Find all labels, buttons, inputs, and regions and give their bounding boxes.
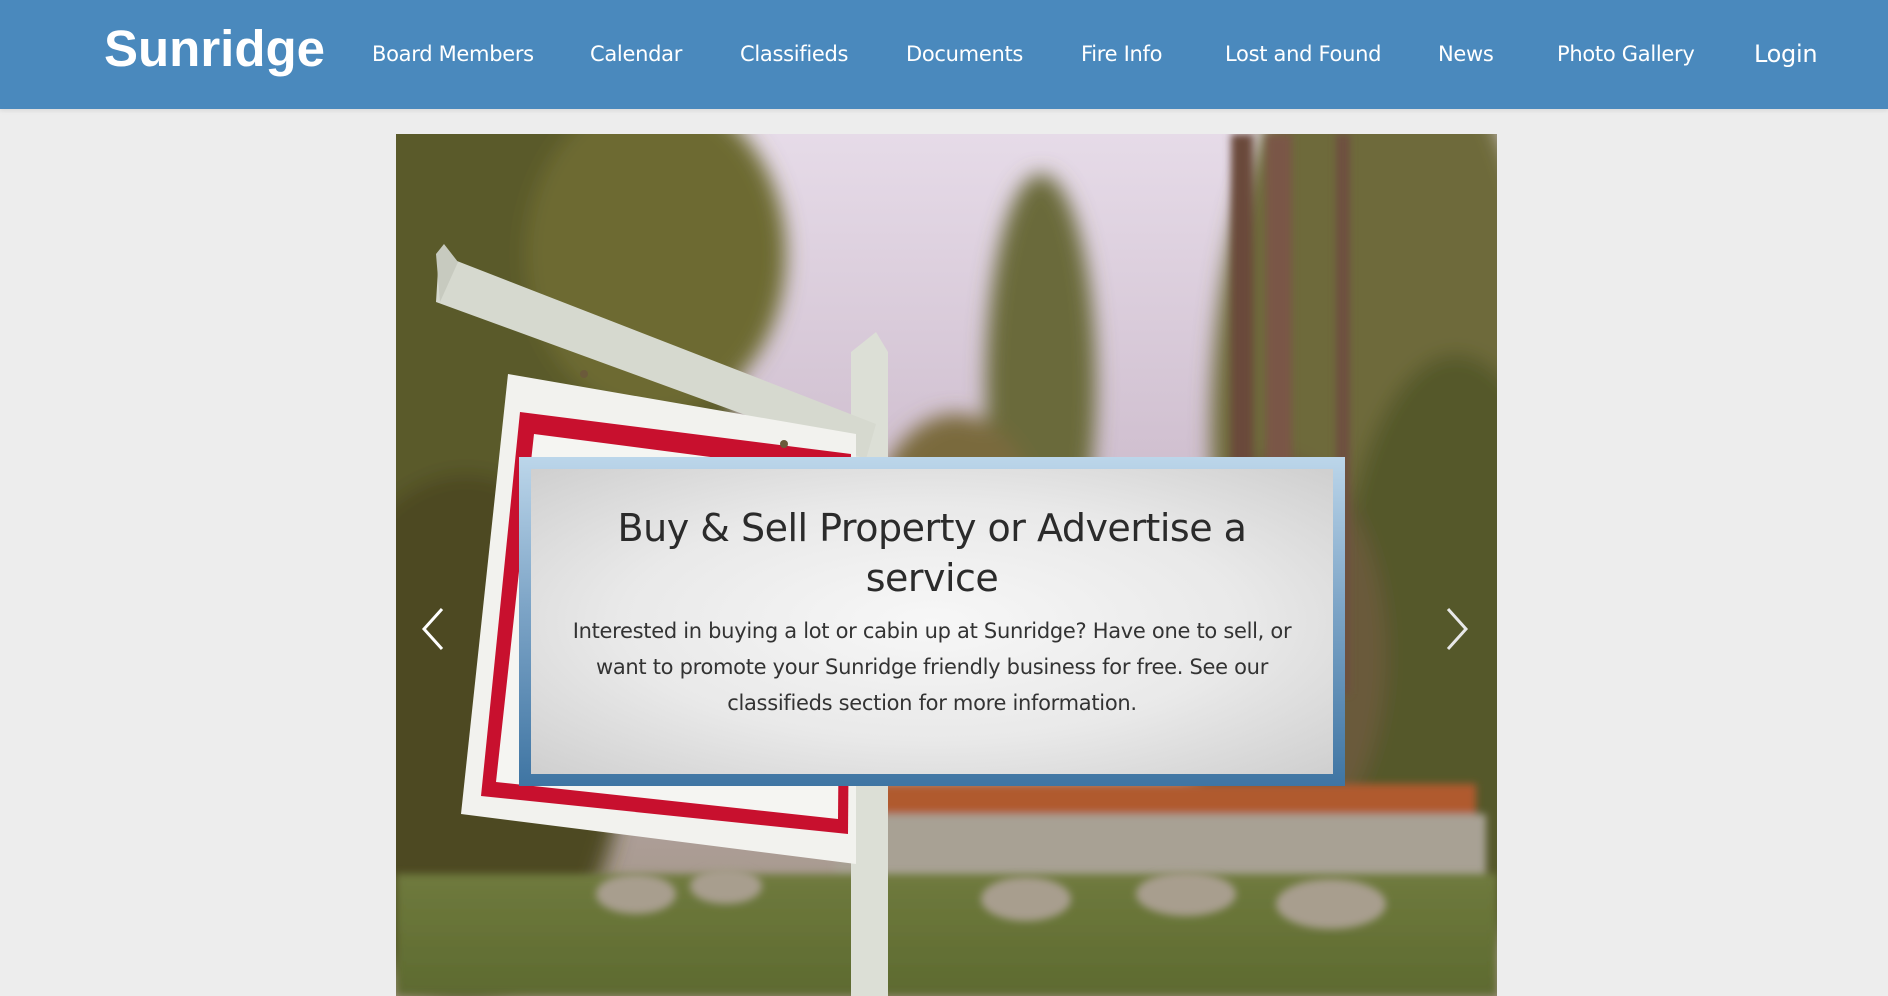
nav-calendar[interactable]: Calendar (590, 38, 682, 70)
slide-caption: Buy & Sell Property or Advertise a servi… (519, 457, 1345, 786)
slide-title: Buy & Sell Property or Advertise a servi… (617, 506, 1247, 600)
site-logo[interactable]: Sunridge (104, 16, 325, 82)
nav-lost-and-found[interactable]: Lost and Found (1225, 38, 1381, 70)
nav-photo-gallery[interactable]: Photo Gallery (1557, 38, 1695, 70)
slide-description: Interested in buying a lot or cabin up a… (572, 619, 1292, 715)
top-navbar: Sunridge Board Members Calendar Classifi… (0, 0, 1888, 109)
nav-board-members[interactable]: Board Members (372, 38, 534, 70)
carousel-next-button[interactable] (1436, 599, 1476, 659)
nav-documents[interactable]: Documents (906, 38, 1023, 70)
nav-classifieds[interactable]: Classifieds (740, 38, 849, 70)
carousel-prev-button[interactable] (414, 599, 454, 659)
hero-carousel: Buy & Sell Property or Advertise a servi… (396, 134, 1497, 996)
nav-fire-info[interactable]: Fire Info (1081, 38, 1163, 70)
chevron-left-icon (421, 607, 444, 651)
login-link[interactable]: Login (1754, 38, 1818, 70)
chevron-right-icon (1446, 607, 1469, 651)
nav-news[interactable]: News (1438, 38, 1494, 70)
